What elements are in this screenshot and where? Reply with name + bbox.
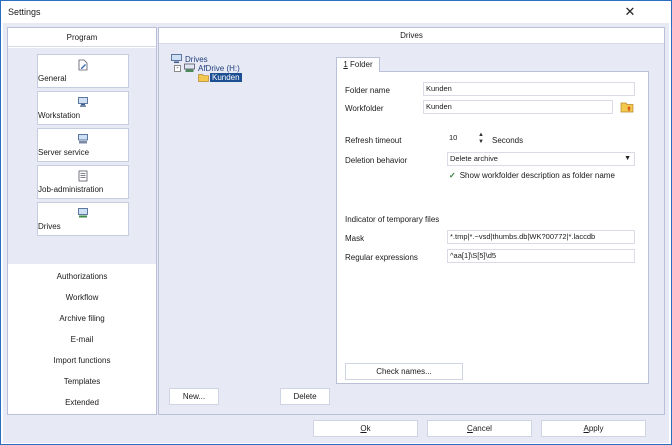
checkmark-icon: ✓ — [449, 171, 456, 180]
refresh-timeout-unit: Seconds — [492, 136, 524, 145]
tab-folder[interactable]: 1 Folder — [336, 57, 380, 72]
show-description-checkbox[interactable]: ✓ Show workfolder description as folder n… — [449, 171, 615, 180]
nav-drives-button[interactable]: Drives — [37, 202, 129, 236]
refresh-timeout-field[interactable]: 10 — [447, 132, 475, 146]
tab-strip: 1 Folder — [336, 57, 649, 72]
category-import-functions[interactable]: Import functions — [8, 356, 156, 365]
refresh-timeout-spinner[interactable]: ▲ ▼ — [477, 132, 485, 146]
deletion-behavior-label: Deletion behavior — [345, 156, 408, 165]
drives-panel: Drives Drives - AfDrive (H:) Kunden 1 Fo… — [158, 27, 665, 415]
category-authorizations[interactable]: Authorizations — [8, 272, 156, 281]
nav-workstation-button[interactable]: Workstation — [37, 91, 129, 125]
deletion-behavior-select[interactable]: Delete archive ▼ — [447, 152, 635, 166]
ok-label-rest: k — [366, 424, 371, 433]
nav-server-service-button[interactable]: Server service — [37, 128, 129, 162]
apply-label-rest: pply — [588, 424, 604, 433]
tree-collapse-icon[interactable]: - — [174, 65, 181, 72]
folder-name-field[interactable]: Kunden — [423, 82, 635, 96]
category-extended[interactable]: Extended — [8, 398, 156, 407]
category-archive-filing[interactable]: Archive filing — [8, 314, 156, 323]
ok-button[interactable]: Ok — [313, 420, 418, 437]
spin-down-icon[interactable]: ▼ — [477, 139, 485, 146]
cancel-button[interactable]: Cancel — [427, 420, 532, 437]
tab-folder-label: Folder — [347, 60, 373, 69]
server-icon — [78, 134, 88, 144]
new-drive-button[interactable]: New... — [169, 388, 219, 405]
apply-button[interactable]: Apply — [541, 420, 646, 437]
check-names-button[interactable]: Check names... — [345, 363, 463, 380]
folder-tab-page: Folder name Kunden Workfolder Kunden Ref… — [336, 72, 649, 384]
refresh-timeout-label: Refresh timeout — [345, 136, 402, 145]
tree-folder-kunden[interactable]: Kunden — [210, 73, 242, 82]
nav-server-service-label: Server service — [38, 148, 90, 157]
network-drive-icon — [184, 63, 195, 72]
drive-icon — [78, 208, 88, 218]
nav-general-button[interactable]: General — [37, 54, 129, 88]
title-bar: Settings ✕ — [1, 1, 671, 23]
close-icon[interactable]: ✕ — [623, 5, 637, 19]
window-title: Settings — [8, 7, 41, 17]
workfolder-field[interactable]: Kunden — [423, 100, 613, 114]
spin-up-icon[interactable]: ▲ — [477, 132, 485, 139]
program-panel: Program General Workstation Server servi… — [7, 27, 157, 415]
document-list-icon — [78, 170, 88, 182]
show-description-label: Show workfolder description as folder na… — [459, 171, 615, 180]
category-email[interactable]: E-mail — [8, 335, 156, 344]
mask-label: Mask — [345, 234, 365, 243]
category-workflow[interactable]: Workflow — [8, 293, 156, 302]
program-header: Program — [8, 28, 156, 47]
chevron-down-icon: ▼ — [624, 155, 631, 162]
program-nav: General Workstation Server service Job-a… — [8, 48, 156, 264]
nav-job-administration-label: Job-administration — [38, 185, 104, 194]
nav-general-label: General — [38, 74, 67, 83]
mask-field[interactable]: *.tmp|*.~vsd|thumbs.db|WK?00772|*.laccdb — [447, 230, 635, 244]
settings-window: Settings ✕ Program General Workstation S… — [0, 0, 672, 445]
folder-icon — [198, 74, 209, 82]
folder-name-label: Folder name — [345, 86, 390, 95]
cancel-label-rest: ancel — [472, 424, 492, 433]
nav-drives-label: Drives — [38, 222, 61, 231]
delete-drive-button[interactable]: Delete — [280, 388, 330, 405]
tree-drive-afdrive[interactable]: AfDrive (H:) — [198, 64, 240, 73]
regular-expressions-field[interactable]: ^aa[1]\S[5]\d5 — [447, 249, 635, 263]
browse-folder-icon[interactable] — [620, 101, 634, 113]
settings-category-list: Authorizations Workflow Archive filing E… — [8, 266, 156, 414]
deletion-behavior-value: Delete archive — [450, 154, 498, 163]
dialog-client: Program General Workstation Server servi… — [3, 23, 669, 443]
nav-job-administration-button[interactable]: Job-administration — [37, 165, 129, 199]
drives-header: Drives — [159, 28, 664, 44]
workfolder-label: Workfolder — [345, 104, 384, 113]
computer-icon — [171, 54, 182, 63]
nav-workstation-label: Workstation — [38, 111, 81, 120]
regular-expressions-label: Regular expressions — [345, 253, 418, 262]
temporary-files-heading: Indicator of temporary files — [345, 215, 440, 224]
monitor-icon — [78, 97, 88, 107]
category-templates[interactable]: Templates — [8, 377, 156, 386]
edit-document-icon — [78, 59, 88, 71]
